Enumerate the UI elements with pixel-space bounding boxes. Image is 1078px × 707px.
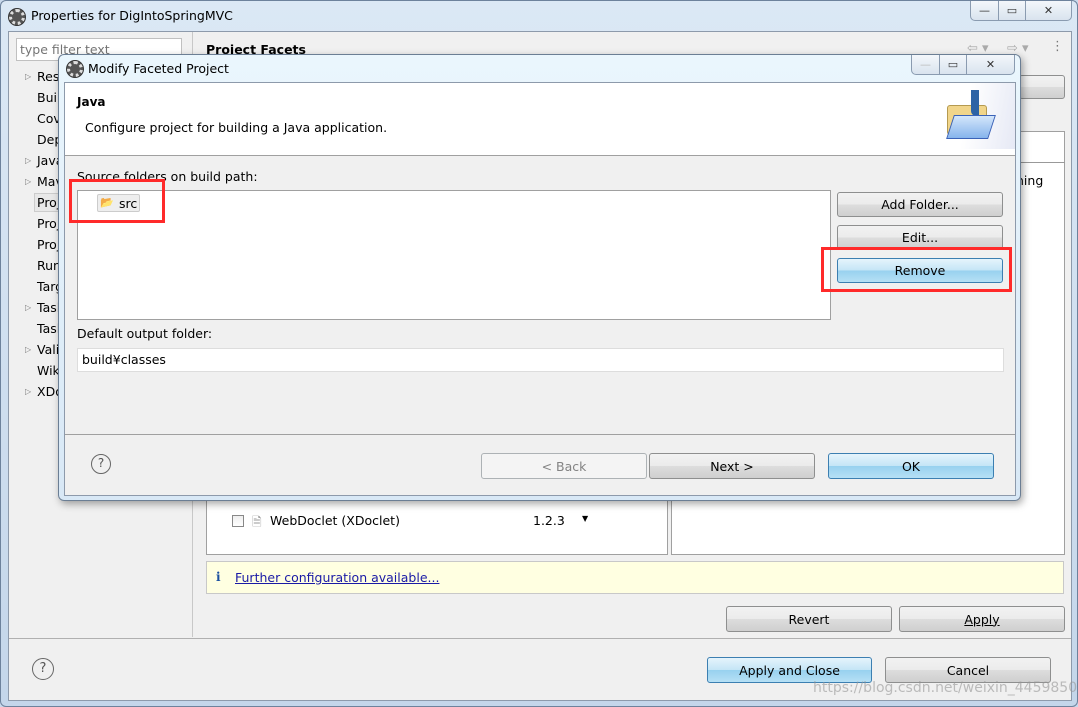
revert-button[interactable]: Revert [726,606,892,632]
expand-icon[interactable]: ▷ [25,387,31,396]
java-folder-icon [935,83,1015,149]
info-icon: i [216,570,221,584]
expand-icon[interactable]: ▷ [25,156,31,165]
partial-button[interactable] [1019,75,1065,99]
watermark: https://blog.csdn.net/weixin_44598507 [813,680,1078,696]
dialog-eclipse-icon [67,61,83,77]
tree-item[interactable]: Res [37,69,59,84]
menu-icon[interactable]: ⋮ [1051,39,1064,54]
expand-icon[interactable]: ▷ [25,72,31,81]
maximize-button[interactable]: ▭ [999,1,1026,20]
output-folder-label: Default output folder: [77,326,213,341]
tree-item[interactable]: Buil [37,90,60,105]
eclipse-icon [9,9,25,25]
dialog-maximize-button[interactable]: ▭ [940,55,967,74]
apply-button[interactable]: Apply [899,606,1065,632]
dialog-heading: Java [77,95,106,109]
tree-item[interactable]: Proj [37,237,60,252]
add-folder-button[interactable]: Add Folder... [837,192,1003,217]
file-icon: 🗎 [252,515,262,529]
expand-icon[interactable]: ▷ [25,345,31,354]
version-dropdown-icon[interactable]: ▼ [582,514,588,523]
facet-checkbox[interactable] [232,515,244,527]
dialog-help-icon[interactable]: ? [91,454,111,474]
tree-item[interactable]: Proj [37,216,60,231]
dialog-header: Java Configure project for building a Ja… [65,83,1015,156]
dialog-description: Configure project for building a Java ap… [85,120,388,135]
dialog-minimize-button[interactable]: — [912,55,940,74]
highlight-src [69,179,165,223]
expand-icon[interactable]: ▷ [25,177,31,186]
minimize-button[interactable]: — [971,1,999,20]
ok-button[interactable]: OK [828,453,994,479]
dialog-close-button[interactable]: ✕ [967,55,1014,74]
source-folders-list[interactable]: 📂 src [77,190,831,320]
expand-icon[interactable]: ▷ [25,303,31,312]
dialog-title: Modify Faceted Project [88,61,229,76]
facet-name: WebDoclet (XDoclet) [270,513,400,528]
tree-item[interactable]: Vali [37,342,59,357]
close-button[interactable]: ✕ [1026,1,1071,20]
output-folder-input[interactable]: build¥classes [77,348,1004,372]
further-config-link[interactable]: Further configuration available... [235,570,439,585]
next-button[interactable]: Next > [649,453,815,479]
help-icon[interactable]: ? [32,658,54,680]
tree-item[interactable]: Tasl [37,300,60,315]
tree-item[interactable]: Wik [37,363,60,378]
facet-version[interactable]: 1.2.3 [533,513,565,528]
window-title: Properties for DigIntoSpringMVC [31,8,233,23]
info-bar: i Further configuration available... [206,561,1064,594]
tree-item[interactable]: Tasl [37,321,60,336]
back-button[interactable]: < Back [481,453,647,479]
highlight-remove [821,247,1012,292]
